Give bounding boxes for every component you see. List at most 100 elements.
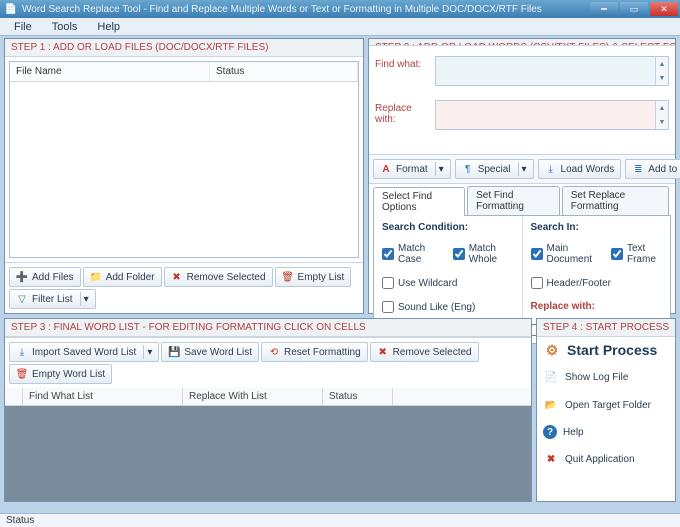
menu-file[interactable]: File	[4, 19, 42, 35]
maximize-button[interactable]: ▭	[620, 2, 648, 16]
format-label: Format	[396, 164, 428, 175]
save-icon: 💾	[168, 346, 180, 358]
load-words-button[interactable]: ⤓ Load Words	[538, 159, 622, 179]
start-process-label: Start Process	[567, 342, 657, 358]
use-wildcard-checkbox[interactable]: Use Wildcard	[382, 277, 457, 289]
empty-list-button[interactable]: 🗑 Empty List	[275, 267, 352, 287]
step2-panel: STEP 2 : ADD OR LOAD WORDS (CSV/TXT FILE…	[368, 38, 676, 314]
col-filename[interactable]: File Name	[10, 62, 210, 81]
find-what-label: Find what:	[375, 56, 431, 70]
col-status[interactable]: Status	[210, 62, 358, 81]
filter-list-dropdown[interactable]: ▾	[80, 292, 89, 306]
search-condition-title: Search Condition:	[374, 216, 522, 237]
col-status-step3[interactable]: Status	[323, 388, 393, 405]
replace-with-spin-up[interactable]: ▲	[656, 101, 668, 115]
menu-help[interactable]: Help	[87, 19, 130, 35]
remove-selected-label: Remove Selected	[187, 272, 266, 283]
empty-word-list-label: Empty Word List	[32, 369, 105, 380]
main-document-checkbox[interactable]: Main Document	[531, 243, 597, 265]
step1-header: STEP 1 : ADD OR LOAD FILES (DOC/DOCX/RTF…	[5, 39, 363, 57]
tab-select-find-options[interactable]: Select Find Options	[373, 187, 465, 216]
status-text: Status	[6, 515, 34, 526]
replace-with-title: Replace with:	[531, 301, 595, 312]
word-list[interactable]	[5, 406, 531, 501]
step2-toolbar: A Format ▾ ¶ Special ▾ ⤓ Load Words ≣	[369, 154, 675, 184]
save-word-list-label: Save Word List	[184, 347, 252, 358]
find-what-spin-up[interactable]: ▲	[656, 57, 668, 71]
window-title: Word Search Replace Tool - Find and Repl…	[22, 4, 542, 15]
show-log-file-button[interactable]: 📄 Show Log File	[539, 363, 673, 391]
gear-icon: ⚙	[543, 341, 561, 359]
remove-selected-button[interactable]: ✖ Remove Selected	[164, 267, 273, 287]
header-footer-checkbox[interactable]: Header/Footer	[531, 277, 611, 289]
open-target-label: Open Target Folder	[565, 400, 651, 411]
find-what-spin-down[interactable]: ▼	[656, 71, 668, 85]
replace-with-spin-down[interactable]: ▼	[656, 115, 668, 129]
match-case-checkbox[interactable]: Match Case	[382, 243, 439, 265]
replace-with-input[interactable]: ▲ ▼	[435, 100, 669, 130]
find-what-input[interactable]: ▲ ▼	[435, 56, 669, 86]
col-replace-with[interactable]: Replace With List	[183, 388, 323, 405]
step2-header: STEP 2 : ADD OR LOAD WORDS (CSV/TXT FILE…	[369, 39, 675, 46]
menubar: File Tools Help	[0, 18, 680, 36]
remove-icon: ✖	[377, 346, 389, 358]
match-whole-checkbox[interactable]: Match Whole	[453, 243, 514, 265]
format-button[interactable]: A Format ▾	[373, 159, 451, 179]
quit-label: Quit Application	[565, 454, 635, 465]
add-files-icon: ➕	[16, 271, 28, 283]
sound-like-checkbox[interactable]: Sound Like (Eng)	[382, 301, 475, 313]
tab-set-find-formatting[interactable]: Set Find Formatting	[467, 186, 560, 215]
import-saved-label: Import Saved Word List	[32, 347, 136, 358]
import-saved-word-list-button[interactable]: ⤓ Import Saved Word List ▾	[9, 342, 159, 362]
empty-icon: 🗑	[282, 271, 294, 283]
add-to-word-list-button[interactable]: ≣ Add to Word List	[625, 159, 680, 179]
remove-icon: ✖	[171, 271, 183, 283]
filter-list-label: Filter List	[32, 294, 73, 305]
filter-list-button[interactable]: ▽ Filter List ▾	[9, 289, 96, 309]
start-process-button[interactable]: ⚙ Start Process	[537, 337, 675, 363]
statusbar: Status	[0, 513, 680, 527]
help-label: Help	[563, 427, 584, 438]
load-icon: ⤓	[545, 163, 557, 175]
special-dropdown[interactable]: ▾	[518, 162, 527, 176]
folder-icon: 📁	[90, 271, 102, 283]
reset-icon: ⟲	[268, 346, 280, 358]
load-words-label: Load Words	[561, 164, 615, 175]
search-in-title: Search In:	[523, 216, 671, 237]
tab-set-replace-formatting[interactable]: Set Replace Formatting	[562, 186, 669, 215]
remove-selected-step3-label: Remove Selected	[393, 347, 472, 358]
special-icon: ¶	[462, 163, 474, 175]
save-word-list-button[interactable]: 💾 Save Word List	[161, 342, 259, 362]
wordlist-columns: Find What List Replace With List Status	[5, 388, 531, 406]
add-files-button[interactable]: ➕ Add Files	[9, 267, 81, 287]
quit-icon: ✖	[543, 451, 559, 467]
empty-icon: 🗑	[16, 368, 28, 380]
format-dropdown[interactable]: ▾	[435, 162, 444, 176]
empty-word-list-button[interactable]: 🗑 Empty Word List	[9, 364, 112, 384]
col-find-what[interactable]: Find What List	[23, 388, 183, 405]
open-target-folder-button[interactable]: 📂 Open Target Folder	[539, 391, 673, 419]
app-icon: 📄	[4, 2, 18, 16]
add-folder-button[interactable]: 📁 Add Folder	[83, 267, 162, 287]
special-label: Special	[478, 164, 511, 175]
reset-formatting-button[interactable]: ⟲ Reset Formatting	[261, 342, 368, 362]
step3-panel: STEP 3 : FINAL WORD LIST - FOR EDITING F…	[4, 318, 532, 502]
step3-header: STEP 3 : FINAL WORD LIST - FOR EDITING F…	[5, 319, 531, 337]
help-button[interactable]: ? Help	[539, 419, 673, 445]
help-icon: ?	[543, 425, 557, 439]
special-button[interactable]: ¶ Special ▾	[455, 159, 534, 179]
reset-formatting-label: Reset Formatting	[284, 347, 361, 358]
log-icon: 📄	[543, 369, 559, 385]
add-to-word-list-label: Add to Word List	[648, 164, 680, 175]
step1-toolbar: ➕ Add Files 📁 Add Folder ✖ Remove Select…	[5, 262, 363, 313]
quit-application-button[interactable]: ✖ Quit Application	[539, 445, 673, 473]
file-list[interactable]: File Name Status	[9, 61, 359, 258]
list-icon: ≣	[632, 163, 644, 175]
folder-open-icon: 📂	[543, 397, 559, 413]
import-saved-dropdown[interactable]: ▾	[143, 345, 152, 359]
remove-selected-step3-button[interactable]: ✖ Remove Selected	[370, 342, 479, 362]
close-button[interactable]: ✕	[650, 2, 678, 16]
text-frame-checkbox[interactable]: Text Frame	[611, 243, 662, 265]
menu-tools[interactable]: Tools	[42, 19, 88, 35]
minimize-button[interactable]: ━	[590, 2, 618, 16]
